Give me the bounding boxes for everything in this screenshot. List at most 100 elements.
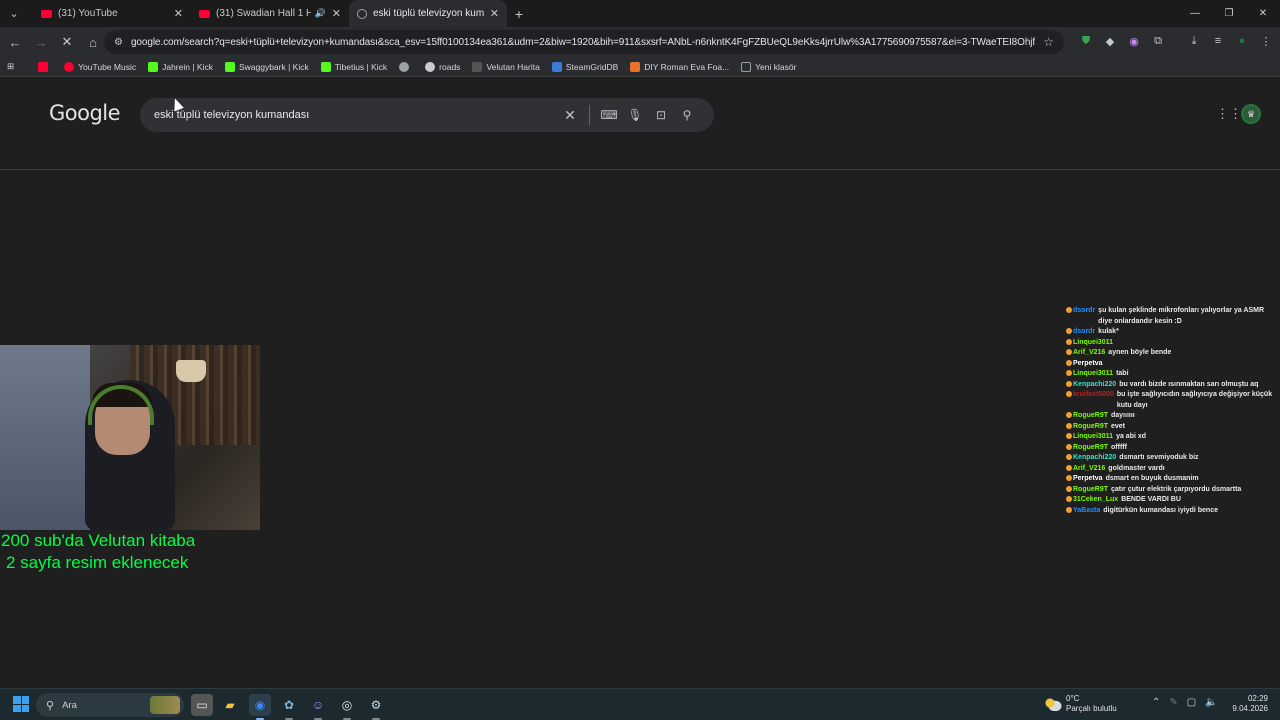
chat-message: Kenpachi220 dsmartı sevmiyoduk biz bbox=[1066, 453, 1278, 464]
chat-badge-icon bbox=[1066, 307, 1072, 314]
tab-title: eski tüplü televizyon kumandas bbox=[373, 8, 484, 19]
tab-title: (31) YouTube bbox=[58, 8, 118, 19]
weather-temp: 0°C bbox=[1066, 694, 1080, 703]
stop-loading-button[interactable]: ✕ bbox=[55, 30, 79, 54]
close-tab-icon[interactable]: ✕ bbox=[174, 7, 183, 20]
close-tab-icon[interactable]: ✕ bbox=[332, 7, 341, 20]
tab-swadian-hall[interactable]: (31) Swadian Hall 1 Hour Lo 🔊 ✕ bbox=[191, 0, 349, 27]
bookmark-tibetius[interactable]: Tibetius | Kick bbox=[320, 61, 387, 72]
bookmark-star-icon[interactable]: ☆ bbox=[1043, 35, 1054, 49]
youtube-icon bbox=[41, 9, 52, 18]
chevron-up-icon[interactable]: ⌃ bbox=[1152, 697, 1160, 708]
discord-icon[interactable]: ☺ bbox=[307, 694, 329, 720]
file-explorer-icon[interactable]: ▰ bbox=[219, 694, 241, 716]
chat-text: kulak* bbox=[1098, 328, 1119, 335]
chrome-icon[interactable]: ◉ bbox=[249, 694, 271, 720]
close-tab-icon[interactable]: ✕ bbox=[490, 7, 499, 20]
menu-kebab-icon[interactable]: ⋮ bbox=[1258, 33, 1274, 49]
display-icon[interactable]: ▢ bbox=[1187, 697, 1196, 708]
bookmark-swaggybark[interactable]: Swaggybark | Kick bbox=[224, 61, 309, 72]
chat-message: Perpetva dsmart en buyuk dusmanim bbox=[1066, 474, 1278, 485]
app-icon[interactable]: ✿ bbox=[278, 694, 300, 720]
steam-icon[interactable]: ⚙ bbox=[365, 694, 387, 720]
chat-username: Linquei3011 bbox=[1073, 370, 1114, 377]
chat-username: 31Ceken_Lux bbox=[1073, 496, 1119, 503]
bookmark-youtube[interactable] bbox=[38, 61, 52, 72]
speaker-icon[interactable]: 🔊 bbox=[315, 8, 326, 19]
keyboard-icon[interactable]: ⌨ bbox=[596, 108, 622, 122]
window-controls: — ❐ ✕ bbox=[1178, 0, 1280, 27]
divider bbox=[589, 105, 590, 125]
clear-icon[interactable]: ✕ bbox=[557, 107, 583, 124]
folder-icon bbox=[741, 61, 752, 72]
weather-widget[interactable]: 0°C Parçalı bulutlu bbox=[1044, 694, 1117, 714]
painting bbox=[0, 345, 90, 530]
bookmark-youtube-music[interactable]: YouTube Music bbox=[64, 61, 136, 72]
chat-badge-icon bbox=[1066, 338, 1072, 345]
volume-icon[interactable]: 🔈 bbox=[1205, 697, 1217, 708]
obs-icon[interactable]: ◎ bbox=[336, 694, 358, 720]
search-icon[interactable]: ⚲ bbox=[674, 108, 700, 122]
chat-badge-icon bbox=[1066, 412, 1072, 419]
chat-text: dsmart en buyuk dusmanim bbox=[1105, 475, 1199, 482]
bookmark-steamgriddb[interactable]: SteamGridDB bbox=[551, 61, 618, 72]
search-icon: ⚲ bbox=[46, 699, 55, 712]
microphone-icon[interactable]: 🎙 bbox=[622, 108, 648, 122]
account-avatar[interactable]: ♛ bbox=[1241, 104, 1261, 124]
tab-search-chevron-icon[interactable]: ⌄ bbox=[3, 3, 25, 25]
chat-text: evet bbox=[1111, 422, 1126, 430]
shield-extension-icon[interactable]: ⛊ bbox=[1078, 33, 1094, 49]
google-logo[interactable]: Google bbox=[49, 101, 121, 125]
bookmark-folder[interactable]: Yeni klasör bbox=[741, 61, 796, 72]
restore-button[interactable]: ❐ bbox=[1212, 0, 1246, 27]
chat-badge-icon bbox=[1066, 359, 1072, 366]
tab-youtube[interactable]: (31) YouTube ✕ bbox=[33, 0, 191, 27]
chat-text: bu işte sağlıyıcıdın sağlıyıcıya değişiy… bbox=[1116, 391, 1273, 409]
windows-start-icon[interactable] bbox=[13, 696, 29, 712]
address-bar[interactable]: ⚙ google.com/search?q=eski+tüplü+televiz… bbox=[104, 30, 1064, 54]
chat-text: BENDE VARDI BU bbox=[1121, 496, 1181, 503]
bookmark-velutan-harita[interactable]: Velutan Harita bbox=[472, 61, 540, 72]
weather-desc: Parçalı bulutlu bbox=[1066, 704, 1117, 713]
home-button[interactable]: ⌂ bbox=[81, 30, 105, 54]
lens-icon[interactable]: ⊡ bbox=[648, 108, 674, 122]
chat-badge-icon bbox=[1066, 485, 1072, 492]
chat-text: çatır çutur elektrik çarpıyordu dsmartta bbox=[1111, 485, 1242, 493]
bookmark-globe[interactable] bbox=[399, 61, 413, 72]
chat-badge-icon bbox=[1066, 370, 1072, 377]
new-tab-button[interactable]: + bbox=[507, 6, 531, 22]
chat-message: RogueR9T çatır çutur elektrik çarpıyordu … bbox=[1066, 485, 1278, 496]
extensions-puzzle-icon[interactable]: ⧉ bbox=[1150, 33, 1166, 49]
task-view-icon[interactable]: ▭ bbox=[191, 694, 213, 716]
extension-icon[interactable]: ◉ bbox=[1126, 33, 1142, 49]
clock-time: 02:29 bbox=[1247, 694, 1268, 703]
taskbar-search[interactable]: ⚲ Ara bbox=[36, 693, 184, 717]
search-query[interactable]: eski tüplü televizyon kumandası bbox=[154, 109, 557, 121]
chat-text: digitürkün kumandası iyiydi bence bbox=[1103, 506, 1218, 514]
close-window-button[interactable]: ✕ bbox=[1246, 0, 1280, 27]
pen-icon[interactable]: ✎ bbox=[1169, 697, 1177, 708]
tab-google-search[interactable]: eski tüplü televizyon kumandas ✕ bbox=[349, 0, 507, 27]
chat-text: ya abi xd bbox=[1116, 433, 1147, 440]
chat-username: dsordr bbox=[1073, 307, 1096, 314]
apps-grid-icon[interactable]: ⊞ bbox=[7, 61, 14, 72]
bookmark-roads[interactable]: roads bbox=[425, 61, 460, 72]
download-icon[interactable]: ⤓ bbox=[1186, 33, 1202, 49]
minimize-button[interactable]: — bbox=[1178, 0, 1212, 27]
chat-message: YaBasta digitürkün kumandası iyiydi bence bbox=[1066, 506, 1278, 517]
bookmark-jahrein[interactable]: Jahrein | Kick bbox=[148, 61, 213, 72]
globe-icon bbox=[399, 61, 410, 72]
profile-avatar-icon[interactable]: ● bbox=[1234, 33, 1250, 49]
bookmark-diy-roman[interactable]: DIY Roman Eva Foa... bbox=[630, 61, 729, 72]
forward-button[interactable]: → bbox=[29, 30, 53, 54]
taskbar-clock[interactable]: 02:29 9.04.2026 bbox=[1228, 694, 1268, 714]
site-info-icon[interactable]: ⚙ bbox=[114, 37, 123, 48]
google-search-box[interactable]: eski tüplü televizyon kumandası ✕ ⌨ 🎙 ⊡ … bbox=[140, 98, 714, 132]
lamp bbox=[176, 360, 206, 382]
back-button[interactable]: ← bbox=[3, 30, 27, 54]
chat-message: dsordr kulak* bbox=[1066, 327, 1278, 338]
chat-message: Linquei3011 ya abi xd bbox=[1066, 432, 1278, 443]
chat-username: YaBasta bbox=[1073, 506, 1101, 514]
media-control-icon[interactable]: ≡ bbox=[1210, 33, 1226, 49]
extension-icon[interactable]: ◆ bbox=[1102, 33, 1118, 49]
